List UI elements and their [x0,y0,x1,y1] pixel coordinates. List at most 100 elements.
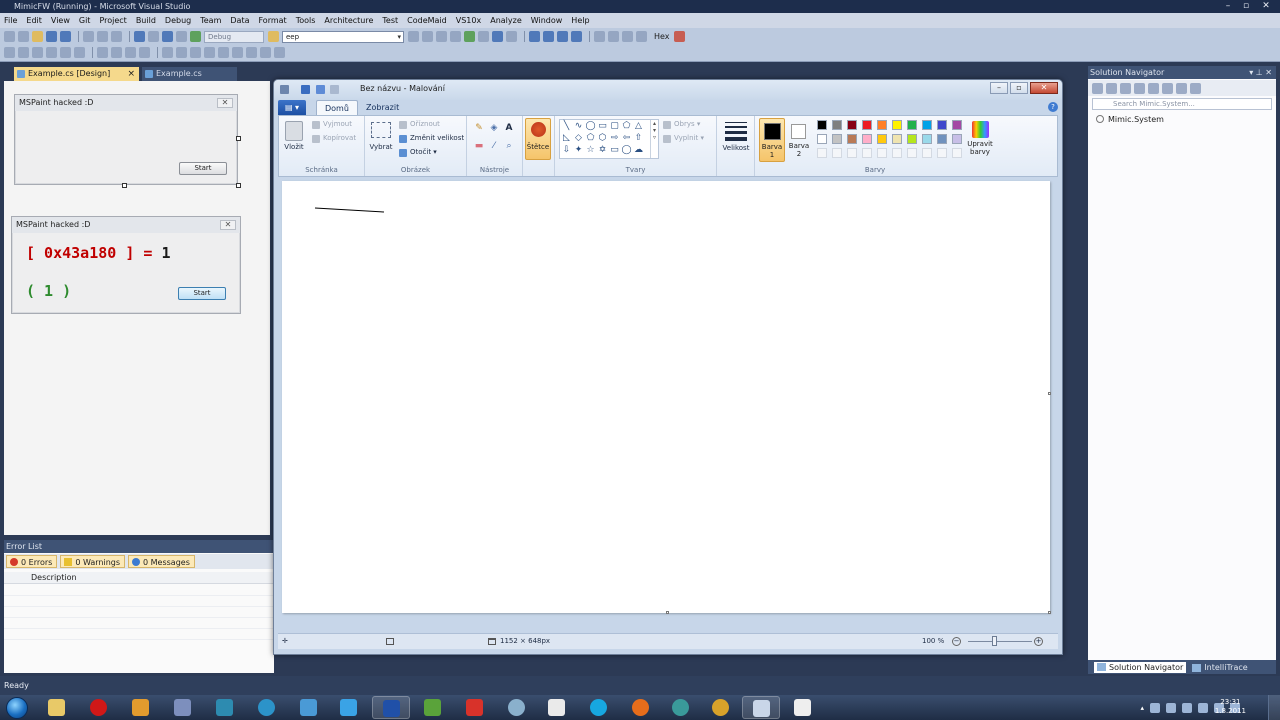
show-desktop-button[interactable] [1268,695,1280,720]
shapes-scroll[interactable]: ▴ ▾ ▿ [650,120,658,158]
warnings-filter-button[interactable]: 0 Warnings [60,555,126,568]
start-button[interactable]: Start [178,287,226,300]
custom-color-slot[interactable] [922,148,932,158]
menu-debug[interactable]: Debug [165,16,191,25]
save-all-icon[interactable] [60,31,71,42]
make-same-height-icon[interactable] [111,47,122,58]
color-swatch[interactable] [937,134,947,144]
zoom-in-button[interactable]: + [1034,637,1043,646]
color-swatch[interactable] [877,134,887,144]
center-horizontally-icon[interactable] [232,47,243,58]
minimize-button[interactable]: – [1220,1,1236,11]
taskbar-app[interactable] [206,696,244,719]
custom-color-slot[interactable] [937,148,947,158]
color-swatch[interactable] [862,120,872,130]
solution-search-input[interactable]: Search Mimic.System... [1092,98,1272,110]
line-shape-icon[interactable]: ╲ [561,121,572,132]
custom-color-slot[interactable] [952,148,962,158]
taskbar-app[interactable] [498,696,536,719]
cut-button[interactable]: Vyjmout [312,120,352,129]
show-all-files-icon[interactable] [1162,82,1173,94]
collapse-all-icon[interactable] [1134,82,1145,94]
form-close-button[interactable]: ✕ [220,220,236,230]
find-in-files-icon[interactable] [268,31,279,42]
taskbar-paint[interactable] [742,696,780,719]
menu-analyze[interactable]: Analyze [490,16,522,25]
crop-button[interactable]: Oříznout [399,120,440,129]
tree-item-mimic-system[interactable]: Mimic.System [1096,115,1164,124]
edit-colors-button[interactable]: Upravit barvy [965,119,995,163]
minimize-button[interactable]: – [990,82,1008,94]
triangle-shape-icon[interactable]: △ [633,121,644,132]
color-swatch[interactable] [847,134,857,144]
right-triangle-shape-icon[interactable]: ◺ [561,133,572,144]
taskbar-app[interactable] [122,696,160,719]
color-swatch[interactable] [907,134,917,144]
tab-solution-navigator[interactable]: Solution Navigator [1094,661,1187,673]
five-point-star-shape-icon[interactable]: ☆ [585,145,596,156]
break-all-icon[interactable] [543,31,554,42]
tray-icon[interactable] [1150,702,1160,713]
paint-menu-button[interactable]: ▤ ▾ [278,100,306,115]
menu-git[interactable]: Git [79,16,91,25]
quick-redo-icon[interactable] [330,85,339,94]
color-swatch[interactable] [832,134,842,144]
menu-window[interactable]: Window [531,16,563,25]
color-swatch[interactable] [817,134,827,144]
color-swatch[interactable] [862,134,872,144]
maximize-button[interactable]: ▫ [1238,1,1254,11]
add-item-icon[interactable] [18,31,29,42]
color-swatch[interactable] [922,134,932,144]
start-page-icon[interactable] [464,31,475,42]
hex-toggle[interactable]: Hex [654,32,670,41]
make-same-size-icon[interactable] [125,47,136,58]
show-hidden-icons[interactable]: ▴ [1140,704,1144,712]
up-arrow-shape-icon[interactable]: ⇧ [633,133,644,144]
color-swatch[interactable] [892,134,902,144]
resize-handle[interactable] [236,136,241,141]
align-rights-icon[interactable] [32,47,43,58]
align-centers-icon[interactable] [18,47,29,58]
right-arrow-shape-icon[interactable]: ⇨ [609,133,620,144]
designer-form[interactable]: MSPaint hacked :D ✕ Start [14,94,238,185]
cut-icon[interactable] [83,31,94,42]
menu-vs10x[interactable]: VS10x [456,16,481,25]
align-middles-icon[interactable] [60,47,71,58]
canvas-resize-handle[interactable] [1048,611,1051,614]
copy-icon[interactable] [97,31,108,42]
fill-bucket-icon[interactable]: ◈ [488,122,500,134]
forward-icon[interactable] [1106,82,1117,94]
menu-tools[interactable]: Tools [296,16,316,25]
taskbar-app[interactable] [784,696,822,719]
color-picker-icon[interactable]: ⁄ [488,140,500,152]
tab-view[interactable]: Zobrazit [358,100,407,115]
canvas-resize-handle[interactable] [666,611,669,614]
color-swatch[interactable] [952,120,962,130]
menu-file[interactable]: File [4,16,17,25]
menu-codemaid[interactable]: CodeMaid [407,16,447,25]
back-icon[interactable] [1092,82,1103,94]
taskbar-app[interactable] [330,696,368,719]
home-icon[interactable] [1120,82,1131,94]
diamond-shape-icon[interactable]: ◇ [573,133,584,144]
menu-view[interactable]: View [51,16,70,25]
redo-icon[interactable] [148,31,159,42]
size-button[interactable]: Velikost [717,144,755,152]
curve-shape-icon[interactable]: ∿ [573,121,584,132]
tab-home[interactable]: Domů [316,100,358,115]
oval-callout-shape-icon[interactable]: ◯ [621,145,632,156]
size-to-grid-icon[interactable] [139,47,150,58]
taskbar-firefox[interactable] [622,696,660,719]
solution-configuration-combo[interactable]: Debug [204,30,264,43]
zoom-out-button[interactable]: − [952,637,961,646]
taskbar-opera[interactable] [80,696,118,719]
save-icon[interactable] [46,31,57,42]
close-button[interactable]: ✕ [1030,82,1058,94]
clock[interactable]: 23:31 1.8.2011 [1215,698,1246,716]
tab-intellitrace[interactable]: IntelliTrace [1192,663,1248,672]
taskbar-app[interactable] [456,696,494,719]
paste-icon[interactable] [285,121,303,141]
custom-color-slot[interactable] [877,148,887,158]
rounded-rectangle-shape-icon[interactable]: ▢ [609,121,620,132]
toolbox-icon[interactable] [450,31,461,42]
